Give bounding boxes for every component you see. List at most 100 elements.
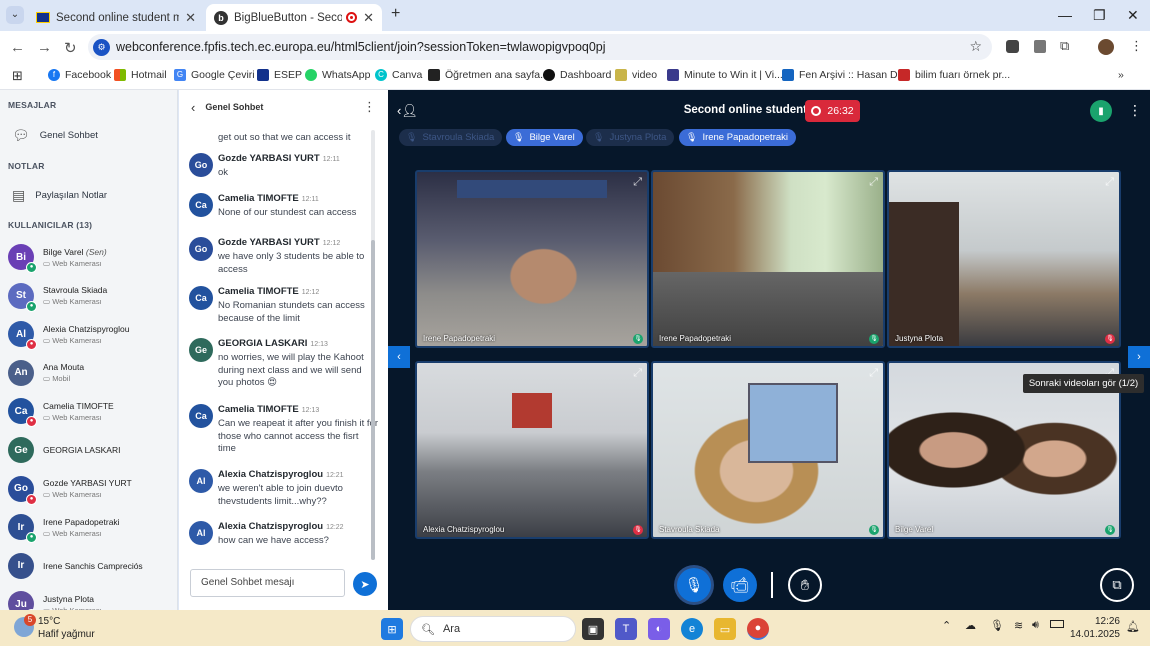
user-list-item[interactable]: An Ana Mouta ▭ Mobil: [8, 354, 176, 392]
user-list-item[interactable]: Ir Irene Sanchis Campreciós: [8, 547, 176, 585]
file-explorer-icon[interactable]: ▭: [714, 618, 736, 640]
user-list-item[interactable]: Ir ● Irene Papadopetraki ▭ Web Kamerası: [8, 508, 176, 546]
close-icon[interactable]: ✕: [185, 10, 196, 26]
bookmark-dashboard[interactable]: Dashboard: [543, 69, 611, 81]
new-tab-icon[interactable]: +: [391, 5, 400, 23]
onedrive-icon[interactable]: ☁︎: [965, 619, 976, 632]
bookmark-minute-to-win[interactable]: Minute to Win it | Vi...: [667, 69, 783, 81]
avatar-initials: Ca: [195, 293, 207, 303]
bookmark-ogretmen[interactable]: Öğretmen ana sayfa...: [428, 69, 549, 81]
teams-icon[interactable]: T: [615, 618, 637, 640]
message-time: 12:13: [310, 341, 328, 348]
bookmark-bilim-fuari[interactable]: bilim fuarı örnek pr...: [898, 69, 1010, 81]
connection-status-icon[interactable]: ▮: [1090, 100, 1112, 122]
user-list-item[interactable]: Bi ● Bilge Varel (Sen) ▭ Web Kamerası: [8, 238, 176, 276]
chrome-icon[interactable]: ●: [747, 618, 769, 640]
bookmark-whatsapp[interactable]: WhatsApp: [305, 69, 370, 81]
shared-notes-item[interactable]: ▤ Paylaşılan Notlar: [12, 187, 107, 204]
minimize-icon[interactable]: —: [1058, 7, 1072, 23]
bookmark-video[interactable]: video: [615, 69, 657, 81]
clock-date[interactable]: 14.01.2025: [1066, 629, 1120, 640]
chevron-left-icon[interactable]: ‹: [191, 100, 195, 115]
expand-icon[interactable]: ⤢: [633, 176, 642, 189]
bookmark-star-icon[interactable]: ☆: [969, 38, 982, 55]
expand-icon[interactable]: ⤢: [869, 176, 878, 189]
edge-icon[interactable]: e: [681, 618, 703, 640]
avatar-initials: Go: [194, 160, 208, 170]
extension-icon-1[interactable]: [1006, 40, 1019, 53]
copilot-icon[interactable]: ◐: [648, 618, 670, 640]
bookmark-fen-arsivi[interactable]: Fen Arşivi :: Hasan D...: [782, 69, 906, 81]
camera-button[interactable]: 📹︎: [723, 568, 757, 602]
microphone-tray-icon[interactable]: 🎙︎: [990, 619, 1004, 632]
bookmark-label: Canva: [392, 69, 423, 81]
video-tile[interactable]: ⤢ Justyna Plota 🎙︎: [887, 170, 1121, 348]
back-icon[interactable]: ←: [10, 39, 25, 56]
talker-pill[interactable]: 🎙︎ Justyna Plota: [586, 129, 675, 146]
user-list-item[interactable]: St ● Stavroula Skiada ▭ Web Kamerası: [8, 277, 176, 315]
restore-icon[interactable]: ❐: [1093, 7, 1106, 24]
public-chat-item[interactable]: 💬︎ Genel Sohbet: [12, 127, 98, 144]
user-list-item[interactable]: Al ● Alexia Chatzispyroglou ▭ Web Kamerası: [8, 315, 176, 353]
browser-menu-icon[interactable]: ⋮: [1130, 38, 1143, 54]
clock-time[interactable]: 12:26: [1074, 616, 1120, 627]
next-videos-button[interactable]: ›: [1128, 346, 1150, 368]
show-hidden-icons[interactable]: ⌃: [942, 619, 951, 632]
volume-icon[interactable]: 🔊︎: [1032, 619, 1039, 632]
bookmark-facebook[interactable]: f Facebook: [48, 69, 111, 81]
windows-start-icon[interactable]: ⊞: [381, 618, 403, 640]
taskbar-search[interactable]: 🔍︎ Ara: [410, 616, 576, 642]
close-icon[interactable]: ✕: [363, 10, 374, 26]
user-list-item[interactable]: Go ● Gozde YARBASI YURT ▭ Web Kamerası: [8, 470, 176, 508]
chat-header[interactable]: ‹ Genel Sohbet: [179, 90, 388, 124]
avatar: Ca ●: [8, 398, 37, 428]
expand-icon[interactable]: ⤢: [1105, 176, 1114, 189]
user-list-item[interactable]: Ca ● Camelia TIMOFTE ▭ Web Kamerası: [8, 392, 176, 430]
message-author: Camelia TIMOFTE: [218, 286, 299, 297]
message-time: 12:12: [322, 240, 341, 247]
forward-icon[interactable]: →: [37, 39, 52, 56]
extensions-puzzle-icon[interactable]: ⧉: [1060, 38, 1069, 54]
user-list-item[interactable]: Ge GEORGIA LASKARI: [8, 431, 176, 469]
chat-options-icon[interactable]: ⋮: [363, 99, 376, 115]
site-info-icon[interactable]: ⚙: [93, 38, 110, 56]
tab-search-icon[interactable]: ⌄: [6, 6, 24, 24]
apps-grid-icon[interactable]: ⊞: [12, 68, 23, 84]
presentation-toggle-button[interactable]: ⧉: [1100, 568, 1134, 602]
expand-icon[interactable]: ⤢: [633, 367, 642, 380]
meeting-options-icon[interactable]: ⋮: [1128, 102, 1142, 119]
address-bar[interactable]: ⚙ webconference.fpfis.tech.ec.europa.eu/…: [88, 34, 992, 60]
notifications-icon[interactable]: 🔔︎: [1126, 620, 1140, 633]
battery-icon[interactable]: [1050, 620, 1064, 628]
wifi-icon[interactable]: ≋: [1014, 619, 1023, 632]
bookmark-esep[interactable]: ESEP: [257, 69, 302, 81]
tile-label: Alexia Chatzispyroglou: [423, 525, 505, 534]
task-view-icon[interactable]: ▣: [582, 618, 604, 640]
microphone-button[interactable]: 🎙︎: [677, 568, 711, 602]
previous-videos-button[interactable]: ‹: [388, 346, 410, 368]
recording-indicator[interactable]: 26:32: [805, 100, 860, 122]
bookmark-hotmail[interactable]: Hotmail: [114, 69, 167, 81]
video-tile[interactable]: ⤢ Stavroula Skiada 🎙︎: [651, 361, 885, 539]
chat-message-input[interactable]: Genel Sohbet mesajı: [190, 569, 345, 597]
close-window-icon[interactable]: ✕: [1127, 7, 1139, 24]
video-tile[interactable]: ⤢ Alexia Chatzispyroglou 🎙︎: [415, 361, 649, 539]
tab-student-meeting[interactable]: Second online student meeting ✕: [28, 4, 204, 31]
send-icon[interactable]: ➤: [353, 572, 377, 596]
bookmark-google-translate[interactable]: G Google Çeviri: [174, 69, 255, 81]
extension-icon-2[interactable]: [1034, 40, 1046, 53]
profile-avatar[interactable]: [1098, 39, 1114, 55]
tab-bigbluebutton[interactable]: b BigBlueButton - Second onl ✕: [206, 4, 382, 31]
bookmarks-overflow-icon[interactable]: »: [1118, 69, 1124, 81]
talker-pill[interactable]: 🎙︎ Bilge Varel: [506, 129, 583, 146]
message-time: 12:21: [326, 472, 344, 479]
chat-scrollbar-thumb[interactable]: [371, 240, 375, 560]
talker-pill[interactable]: 🎙︎ Irene Papadopetraki: [679, 129, 796, 146]
video-tile[interactable]: ⤢ Irene Papadopetraki 🎙︎: [651, 170, 885, 348]
bookmark-canva[interactable]: C Canva: [375, 69, 422, 81]
reload-icon[interactable]: ↻: [64, 39, 77, 57]
video-tile[interactable]: ⤢ Irene Papadopetraki 🎙︎: [415, 170, 649, 348]
raise-hand-button[interactable]: ✋︎: [788, 568, 822, 602]
expand-icon[interactable]: ⤢: [869, 367, 878, 380]
talker-pill[interactable]: 🎙︎ Stavroula Skiada: [399, 129, 503, 146]
